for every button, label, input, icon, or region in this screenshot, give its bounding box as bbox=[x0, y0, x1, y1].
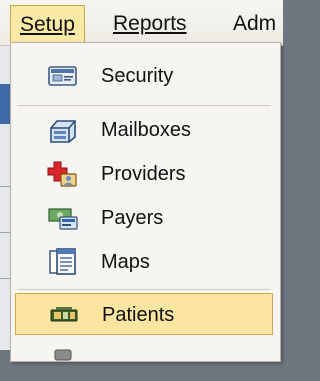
menu-item-patients-label: Patients bbox=[102, 304, 175, 326]
menu-item-providers[interactable]: Providers bbox=[15, 153, 273, 195]
menu-reports[interactable]: Reports bbox=[113, 5, 187, 43]
menu-item-security[interactable]: Security bbox=[15, 55, 273, 97]
menu-setup-mnemonic: Setup bbox=[20, 13, 75, 36]
menu-item-providers-label: Providers bbox=[101, 163, 186, 185]
partial-item-icon bbox=[47, 346, 79, 374]
providers-cross-icon bbox=[47, 160, 79, 188]
menu-item-maps-label: Maps bbox=[101, 251, 150, 273]
menu-item-payers-label: Payers bbox=[101, 207, 164, 229]
security-id-card-icon bbox=[47, 62, 79, 90]
menu-admin[interactable]: Adm bbox=[233, 5, 276, 43]
menu-item-security-label: Security bbox=[101, 65, 174, 87]
payers-money-icon bbox=[47, 204, 79, 232]
patients-card-icon bbox=[48, 301, 80, 329]
menu-item-patients[interactable]: Patients bbox=[15, 293, 273, 335]
menu-item-mailboxes[interactable]: Mailboxes bbox=[15, 109, 273, 151]
maps-document-icon bbox=[47, 248, 79, 276]
mailbox-tray-icon bbox=[47, 116, 79, 144]
menu-item-mailboxes-label: Mailboxes bbox=[101, 119, 192, 141]
menu-bar: Setup Reports Adm bbox=[0, 0, 283, 46]
menu-item-payers[interactable]: Payers bbox=[15, 197, 273, 239]
menu-item-partial[interactable] bbox=[15, 339, 273, 381]
menu-setup[interactable]: Setup bbox=[10, 5, 85, 43]
menu-reports-mnemonic: Reports bbox=[113, 12, 187, 35]
menu-item-maps[interactable]: Maps bbox=[15, 241, 273, 283]
menu-separator bbox=[17, 289, 271, 290]
menu-separator bbox=[17, 105, 271, 106]
setup-dropdown-menu: Security Mailboxes Providers Payers Maps… bbox=[10, 42, 281, 362]
